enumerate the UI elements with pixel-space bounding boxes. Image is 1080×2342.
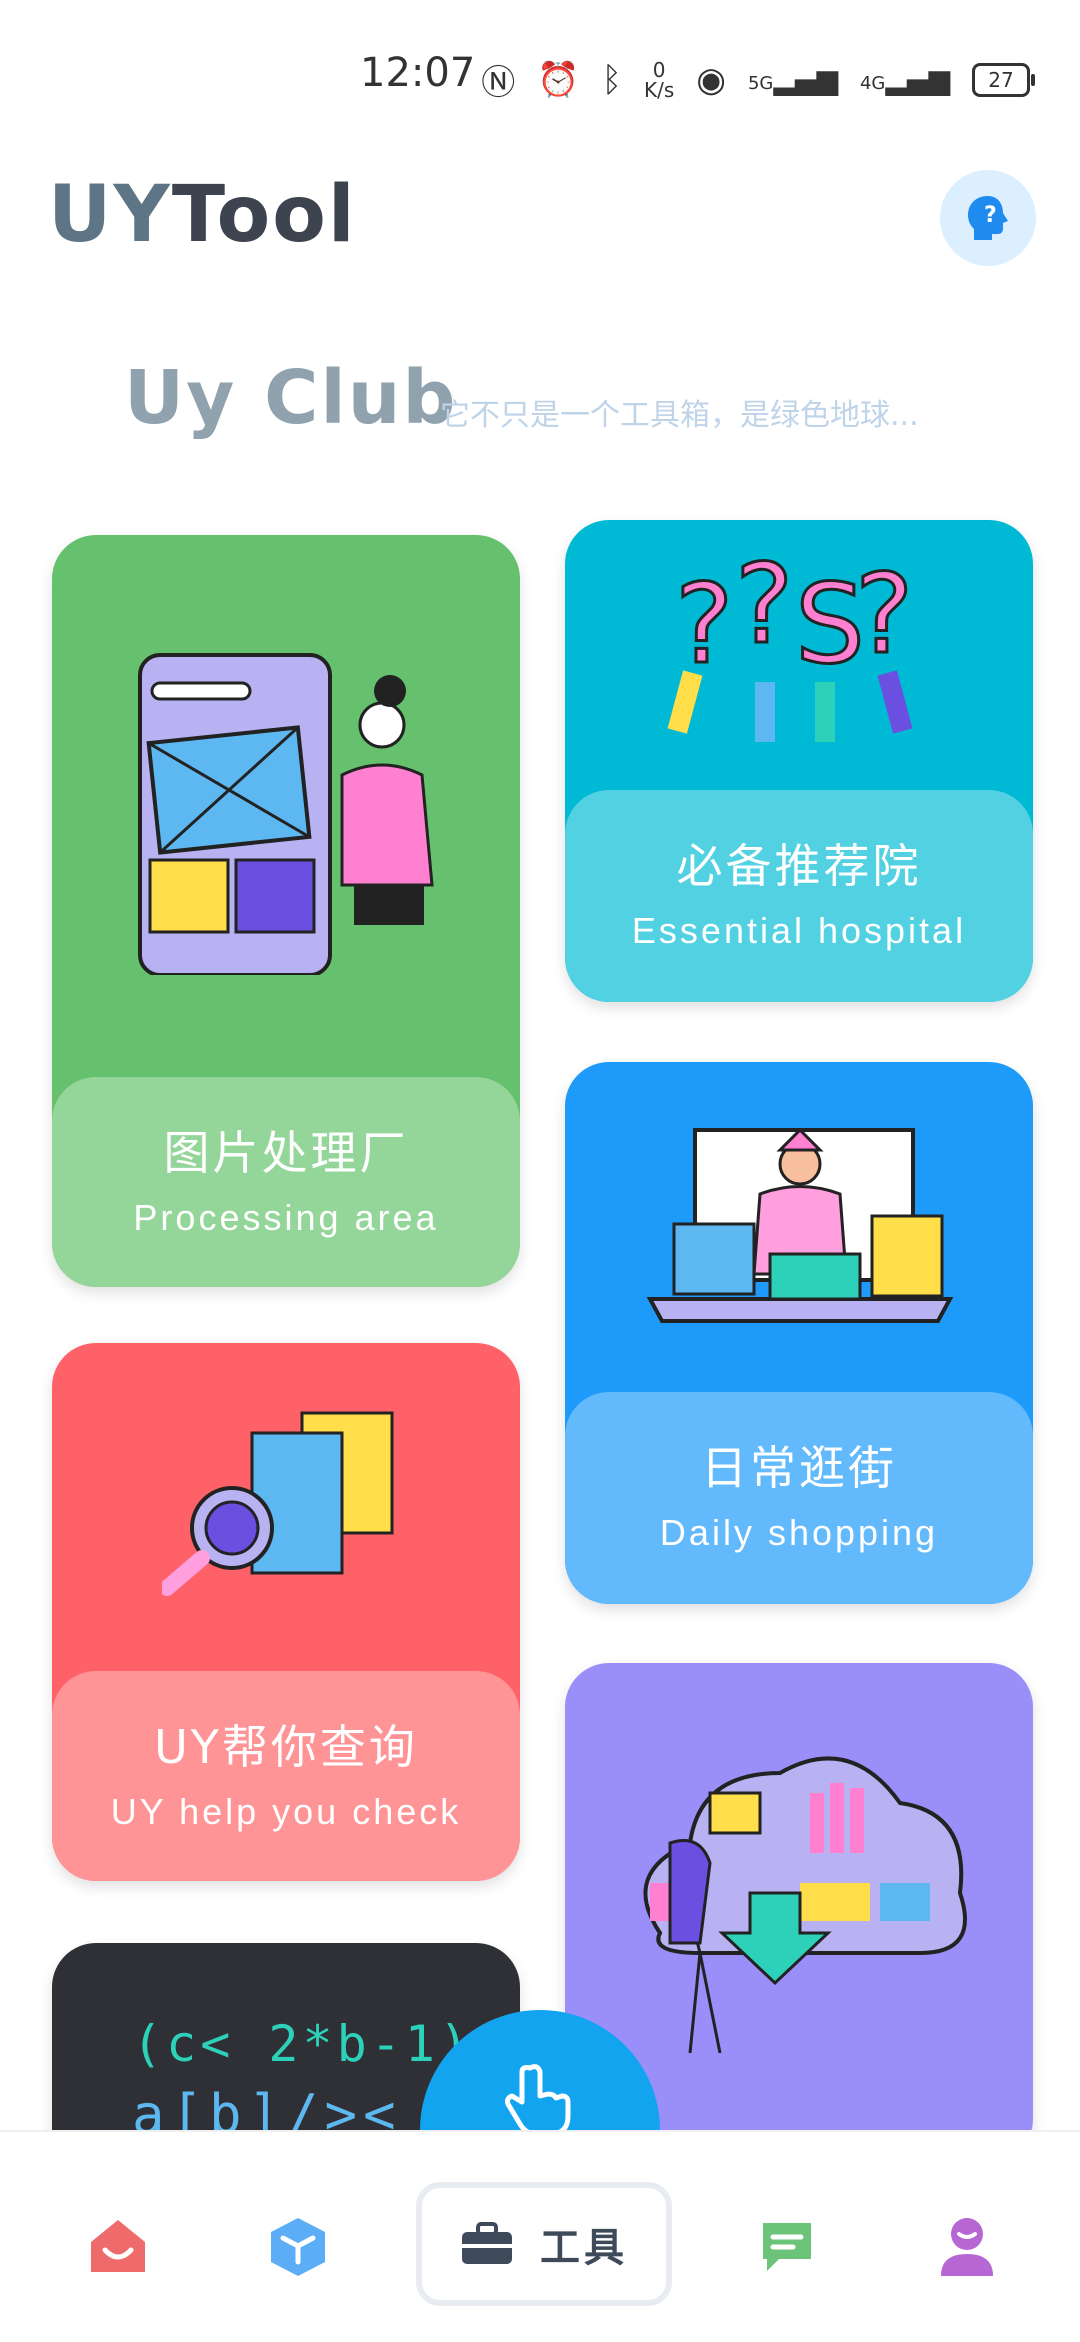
card-title-en: UY help you check (110, 1791, 462, 1832)
card-label-panel: 必备推荐院 Essential hospital (565, 790, 1033, 1002)
club-title: Uy Club (124, 355, 458, 441)
hotspot-icon: ◉ (696, 59, 726, 100)
card-title-en: Essential hospital (631, 910, 967, 951)
card-title-en: Processing area (133, 1197, 439, 1238)
card-daily-shopping[interactable]: 日常逛街 Daily shopping (565, 1062, 1033, 1604)
card-label-panel: 图片处理厂 Processing area (52, 1077, 520, 1287)
status-bar: 12:07 Ⓝ ⏰ ᛒ 0 K/s ◉ 5G▂▄▆ 4G▂▄▆ 27 (0, 0, 1080, 150)
net-speed: 0 K/s (644, 57, 675, 102)
card-label-panel: UY帮你查询 UY help you check (52, 1671, 520, 1881)
help-head-icon: ? (968, 196, 1008, 240)
message-icon (763, 2223, 811, 2271)
search-documents-illustration (162, 1411, 394, 1596)
nav-messages[interactable] (752, 2212, 822, 2282)
home-icon (91, 2220, 145, 2272)
card-label-panel: 日常逛街 Daily shopping (565, 1392, 1033, 1604)
svg-text:?: ? (675, 560, 733, 688)
pointer-hand-icon (505, 2064, 571, 2137)
alarm-icon: ⏰ (537, 59, 580, 100)
card-essential-hospital[interactable]: ? ? S ? 必备推荐院 Essential hospital (565, 520, 1033, 1002)
svg-text:?: ? (984, 203, 997, 228)
cloud-storage-illustration (643, 1756, 967, 2054)
nav-explore[interactable] (263, 2212, 333, 2282)
card-title-zh: 必备推荐院 (676, 839, 922, 893)
card-processing-area[interactable]: 图片处理厂 Processing area (52, 535, 520, 1287)
club-subtitle: 它不只是一个工具箱，是绿色地球... (440, 398, 919, 433)
question-marks-illustration: ? ? S ? (667, 542, 915, 742)
code-line-1: (c< 2*b-1) (132, 2015, 474, 2073)
signal-4g: 4G▂▄▆ (859, 63, 950, 96)
card-uy-help-check[interactable]: UY帮你查询 UY help you check (52, 1343, 520, 1881)
clock: 12:07 (360, 50, 476, 96)
phone-illustration (138, 653, 434, 975)
nav-tools[interactable]: 工具 (416, 2182, 672, 2306)
card-title-en: Daily shopping (659, 1512, 939, 1553)
bluetooth-icon: ᛒ (601, 59, 623, 100)
nav-profile[interactable] (932, 2212, 1002, 2282)
toolbox-icon (462, 2222, 512, 2264)
bottom-navigation: 工具 (0, 2130, 1080, 2342)
help-button[interactable]: ? (940, 170, 1036, 266)
card-title-zh: 日常逛街 (701, 1441, 897, 1495)
signal-5g: 5G▂▄▆ (747, 63, 838, 96)
cube-icon (271, 2218, 325, 2276)
nav-tools-label: 工具 (540, 2225, 628, 2271)
card-title-zh: UY帮你查询 (154, 1720, 418, 1774)
nav-home[interactable] (83, 2212, 153, 2282)
card-title-zh: 图片处理厂 (163, 1126, 409, 1180)
svg-text:?: ? (855, 550, 913, 678)
battery-indicator: 27 (972, 62, 1035, 97)
svg-text:?: ? (735, 542, 793, 668)
laptop-gifts-illustration (646, 1127, 954, 1323)
profile-icon (941, 2218, 993, 2276)
app-logo: UYTool (48, 170, 357, 260)
nfc-icon: Ⓝ (481, 63, 516, 103)
